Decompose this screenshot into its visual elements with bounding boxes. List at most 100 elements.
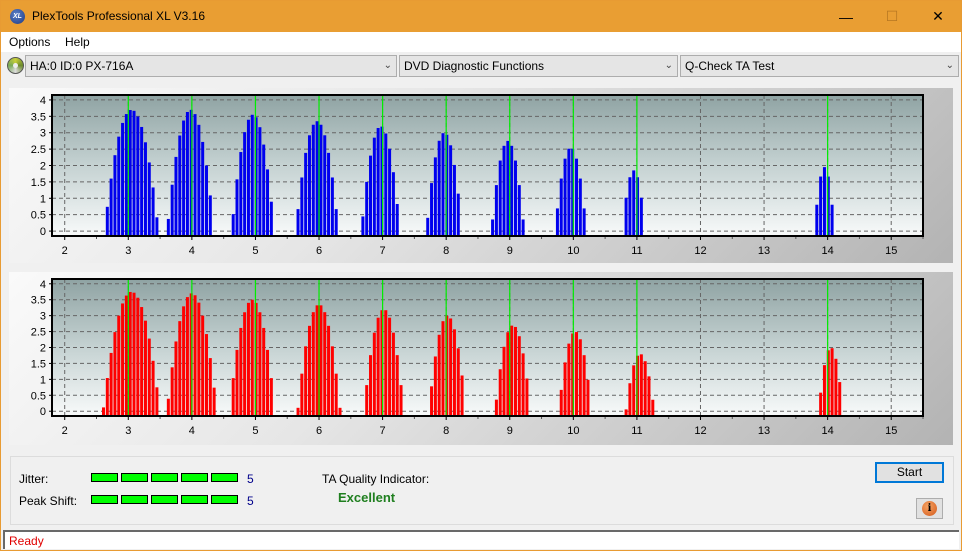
x-tick-label: 7 [380,245,386,257]
histogram-bar [639,354,643,416]
histogram-bar [124,114,128,236]
histogram-bar [243,312,247,416]
peak-shift-meter [91,495,238,504]
histogram-bar [498,369,502,416]
histogram-bar [304,152,308,236]
histogram-bar [388,317,392,416]
histogram-bar [155,217,159,236]
minimize-button[interactable]: — [823,1,869,32]
status-text: Ready [9,534,44,548]
histogram-bar [323,135,327,236]
histogram-bar [300,177,304,236]
histogram-bar [208,358,212,416]
jitter-value: 5 [247,472,254,486]
histogram-bar [185,297,189,416]
histogram-bar [372,137,376,236]
histogram-bar [166,398,170,416]
histogram-bar [319,124,323,236]
histogram-bar [525,378,529,416]
histogram-bar [830,204,834,236]
close-button[interactable]: ✕ [915,1,961,32]
meter-segment [151,473,178,482]
histogram-bar [517,336,521,416]
x-tick-label: 14 [822,425,834,437]
histogram-bar [201,141,205,236]
histogram-bar [128,291,132,416]
histogram-bar [628,177,632,236]
histogram-bar [376,127,380,236]
jitter-meter [91,473,238,482]
histogram-bar [113,155,117,236]
x-tick-label: 9 [507,245,513,257]
app-window: XL PlexTools Professional XL V3.16 — ☐ ✕… [0,0,962,551]
histogram-bar [651,399,655,416]
histogram-bar [300,373,304,416]
histogram-bar [365,385,369,416]
histogram-bar [624,409,628,416]
top-chart: 0 0.5 1 1.5 2 2.5 3 3.5 4 2 3 4 5 6 7 8 9 10 11 12 13 14 15 [31,94,924,257]
histogram-bar [510,145,514,236]
histogram-bar [113,332,117,416]
histogram-bar [395,355,399,416]
histogram-bar [262,144,266,236]
toolbar: HA:0 ID:0 PX-716A ⌄ DVD Diagnostic Funct… [1,53,961,79]
x-tick-label: 4 [189,425,195,437]
histogram-bar [624,197,628,236]
histogram-bar [311,124,315,236]
histogram-bar [311,312,315,416]
menu-options[interactable]: Options [9,35,50,49]
x-tick-label: 13 [758,425,770,437]
y-tick-label: 0 [40,406,46,418]
chevron-down-icon: ⌄ [945,60,954,71]
histogram-bar [575,158,579,236]
histogram-bar [521,353,525,416]
histogram-bar [456,348,460,416]
histogram-bar [510,325,514,416]
info-button[interactable]: i [916,498,943,519]
histogram-bar [140,307,144,416]
x-tick-label: 14 [822,245,834,257]
histogram-bar [197,302,201,416]
histogram-bar [269,201,273,236]
histogram-bar [246,119,250,236]
top-chart-panel: 0 0.5 1 1.5 2 2.5 3 3.5 4 2 3 4 5 6 7 8 9 10 11 12 13 14 15 [9,88,953,263]
info-icon: i [922,501,937,516]
histogram-bar [372,332,376,416]
histogram-bar [521,219,525,236]
histogram-bar [452,164,456,236]
y-tick-label: 0 [40,226,46,238]
test-select[interactable]: Q-Check TA Test ⌄ [680,55,959,77]
y-tick-label: 4 [40,95,46,107]
histogram-bar [170,184,174,236]
histogram-bar [559,178,563,236]
menu-help[interactable]: Help [65,35,90,49]
histogram-bar [197,124,201,236]
histogram-bar [517,185,521,236]
drive-select[interactable]: HA:0 ID:0 PX-716A ⌄ [25,55,397,77]
histogram-bar [494,185,498,236]
meter-segment [181,473,208,482]
y-tick-label: 1 [40,193,46,205]
histogram-bar [258,312,262,416]
meter-segment [211,495,238,504]
drive-select-value: HA:0 ID:0 PX-716A [30,59,134,73]
histogram-bar [361,216,365,236]
meter-segment [121,473,148,482]
histogram-bar [235,349,239,416]
histogram-bar [334,209,338,236]
histogram-bar [109,178,113,236]
histogram-bar [269,378,273,416]
histogram-bar [430,183,434,236]
histogram-bar [140,126,144,236]
histogram-bar [334,373,338,416]
function-select[interactable]: DVD Diagnostic Functions ⌄ [399,55,678,77]
histogram-bar [441,133,445,236]
histogram-bar [369,155,373,236]
histogram-bar [166,218,170,236]
x-tick-label: 10 [567,245,579,257]
histogram-bar [384,310,388,416]
maximize-button[interactable]: ☐ [869,1,915,32]
start-button[interactable]: Start [875,462,944,483]
histogram-bar [174,341,178,416]
histogram-bar [365,181,369,236]
